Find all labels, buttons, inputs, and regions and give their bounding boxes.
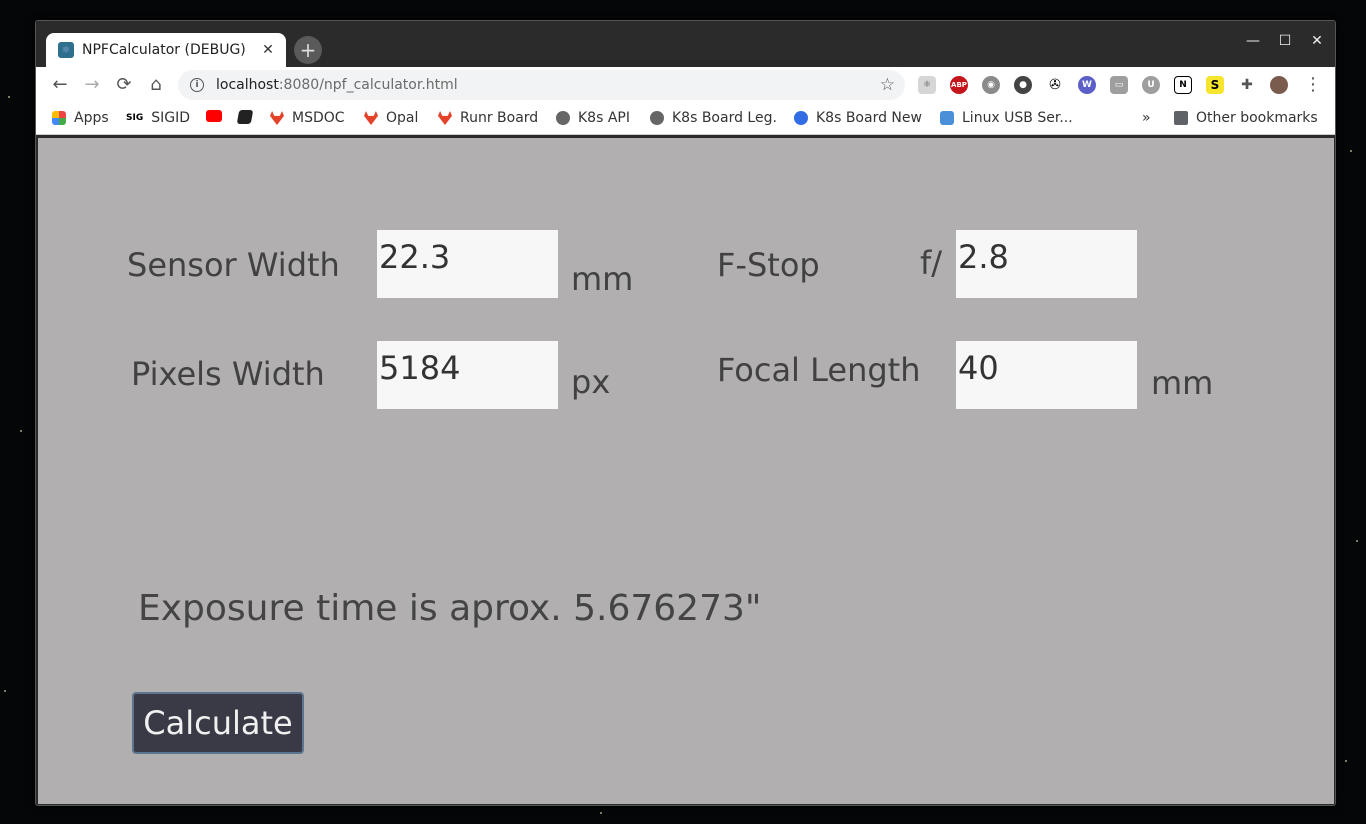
bookmark-label: SIGID xyxy=(151,110,190,126)
star-decoration xyxy=(20,430,22,432)
minimize-button[interactable]: — xyxy=(1243,33,1263,49)
pixels-width-input[interactable]: 5184 xyxy=(377,341,558,409)
pixels-width-unit: px xyxy=(571,363,611,401)
tab-title: NPFCalculator (DEBUG) xyxy=(82,42,246,58)
globe-icon xyxy=(650,111,664,125)
bookmark-linux-usb[interactable]: Linux USB Ser... xyxy=(940,110,1073,126)
bookmarks-overflow-button[interactable]: » xyxy=(1142,110,1151,126)
new-tab-button[interactable]: + xyxy=(294,36,322,64)
star-decoration xyxy=(1350,150,1352,152)
gitlab-icon xyxy=(438,111,452,125)
bookmark-label: Apps xyxy=(74,110,109,126)
close-window-button[interactable]: ✕ xyxy=(1307,33,1327,49)
exposure-result: Exposure time is aprox. 5.676273" xyxy=(138,588,762,629)
gitlab-icon xyxy=(364,111,378,125)
bookmark-k8s-api[interactable]: K8s API xyxy=(556,110,630,126)
bookmark-apps[interactable]: Apps xyxy=(52,110,109,126)
book-icon xyxy=(236,110,254,124)
site-info-icon[interactable]: i xyxy=(190,78,204,92)
bookmark-book[interactable] xyxy=(236,110,254,124)
tab-npfcalculator[interactable]: ⚛ NPFCalculator (DEBUG) ✕ xyxy=(46,33,286,67)
calculate-button[interactable]: Calculate xyxy=(132,692,304,754)
tab-icon[interactable]: ▭ xyxy=(1110,76,1128,94)
page-content: Sensor Width 22.3 mm F-Stop f/ 2.8 Pixel… xyxy=(38,138,1334,804)
bookmark-sigid[interactable]: SIG SIGID xyxy=(126,110,190,126)
bookmark-msdoc[interactable]: MSDOC xyxy=(270,110,345,126)
pixels-width-label: Pixels Width xyxy=(131,355,325,393)
maximize-button[interactable]: ☐ xyxy=(1275,33,1295,49)
s-icon[interactable]: S xyxy=(1206,76,1224,94)
focal-length-unit: mm xyxy=(1151,364,1214,402)
reload-button[interactable]: ⟳ xyxy=(112,73,136,97)
globe-icon xyxy=(556,111,570,125)
star-decoration xyxy=(4,690,6,692)
browser-toolbar: ← → ⟳ ⌂ i localhost:8080/npf_calculator.… xyxy=(36,67,1335,103)
browser-window: ⚛ NPFCalculator (DEBUG) ✕ + — ☐ ✕ ← → ⟳ … xyxy=(35,20,1336,806)
profile-avatar[interactable] xyxy=(1270,76,1288,94)
star-decoration xyxy=(1356,540,1358,542)
bookmark-k8s-board-leg[interactable]: K8s Board Leg. xyxy=(650,110,777,126)
sensor-width-unit: mm xyxy=(571,260,634,298)
sensor-width-label: Sensor Width xyxy=(127,246,340,284)
fstop-input[interactable]: 2.8 xyxy=(956,230,1137,298)
bookmarks-bar: Apps SIG SIGID MSDOC Opal Runr Board K8s… xyxy=(36,103,1335,135)
kubernetes-icon xyxy=(794,111,808,125)
bookmark-label: Linux USB Ser... xyxy=(962,110,1073,126)
apps-grid-icon xyxy=(52,111,66,125)
bookmark-k8s-board-new[interactable]: K8s Board New xyxy=(794,110,922,126)
bookmark-label: Other bookmarks xyxy=(1196,110,1318,126)
fstop-prefix: f/ xyxy=(920,244,943,282)
star-decoration xyxy=(600,812,602,814)
bookmark-label: K8s Board Leg. xyxy=(672,110,777,126)
bookmark-runr-board[interactable]: Runr Board xyxy=(438,110,538,126)
menu-icon[interactable]: ⋮ xyxy=(1301,73,1325,97)
notion-icon[interactable]: N xyxy=(1174,76,1192,94)
gitlab-icon xyxy=(270,111,284,125)
tab-close-icon[interactable]: ✕ xyxy=(258,42,278,58)
address-bar[interactable]: i localhost:8080/npf_calculator.html ☆ xyxy=(178,70,905,100)
home-button[interactable]: ⌂ xyxy=(144,73,168,97)
document-icon xyxy=(940,111,954,125)
back-button[interactable]: ← xyxy=(48,73,72,97)
star-decoration xyxy=(8,96,10,98)
url-path: :8080/npf_calculator.html xyxy=(278,77,458,93)
youtube-icon xyxy=(206,110,222,122)
focal-length-label: Focal Length xyxy=(717,351,921,389)
bookmark-other[interactable]: Other bookmarks xyxy=(1174,110,1318,126)
sensor-width-input[interactable]: 22.3 xyxy=(377,230,558,298)
bookmark-opal[interactable]: Opal xyxy=(364,110,418,126)
bookmark-youtube[interactable] xyxy=(206,110,222,122)
tab-strip: ⚛ NPFCalculator (DEBUG) ✕ + — ☐ ✕ xyxy=(36,21,1335,67)
react-icon[interactable]: ⚛ xyxy=(918,76,936,94)
wappalyzer-icon[interactable]: W xyxy=(1078,76,1096,94)
fstop-label: F-Stop xyxy=(717,246,820,284)
react-favicon-icon: ⚛ xyxy=(58,42,74,58)
bookmark-label: MSDOC xyxy=(292,110,345,126)
bookmark-label: Runr Board xyxy=(460,110,539,126)
bookmark-label: K8s Board New xyxy=(816,110,922,126)
forward-button[interactable]: → xyxy=(80,73,104,97)
bookmark-label: Opal xyxy=(386,110,419,126)
circle-icon[interactable]: ● xyxy=(1014,76,1032,94)
ublock-icon[interactable]: U xyxy=(1142,76,1160,94)
gimp-icon[interactable]: ✇ xyxy=(1046,76,1064,94)
bookmark-star-icon[interactable]: ☆ xyxy=(880,75,895,95)
focal-length-input[interactable]: 40 xyxy=(956,341,1137,409)
discord-icon[interactable]: ◉ xyxy=(982,76,1000,94)
url-host: localhost xyxy=(216,77,279,93)
bookmark-label: K8s API xyxy=(578,110,630,126)
star-decoration xyxy=(1345,760,1347,762)
adblock-icon[interactable]: ABP xyxy=(950,76,968,94)
puzzle-icon[interactable]: ✚ xyxy=(1238,76,1256,94)
sigid-icon: SIG xyxy=(126,113,144,123)
folder-icon xyxy=(1174,111,1188,125)
